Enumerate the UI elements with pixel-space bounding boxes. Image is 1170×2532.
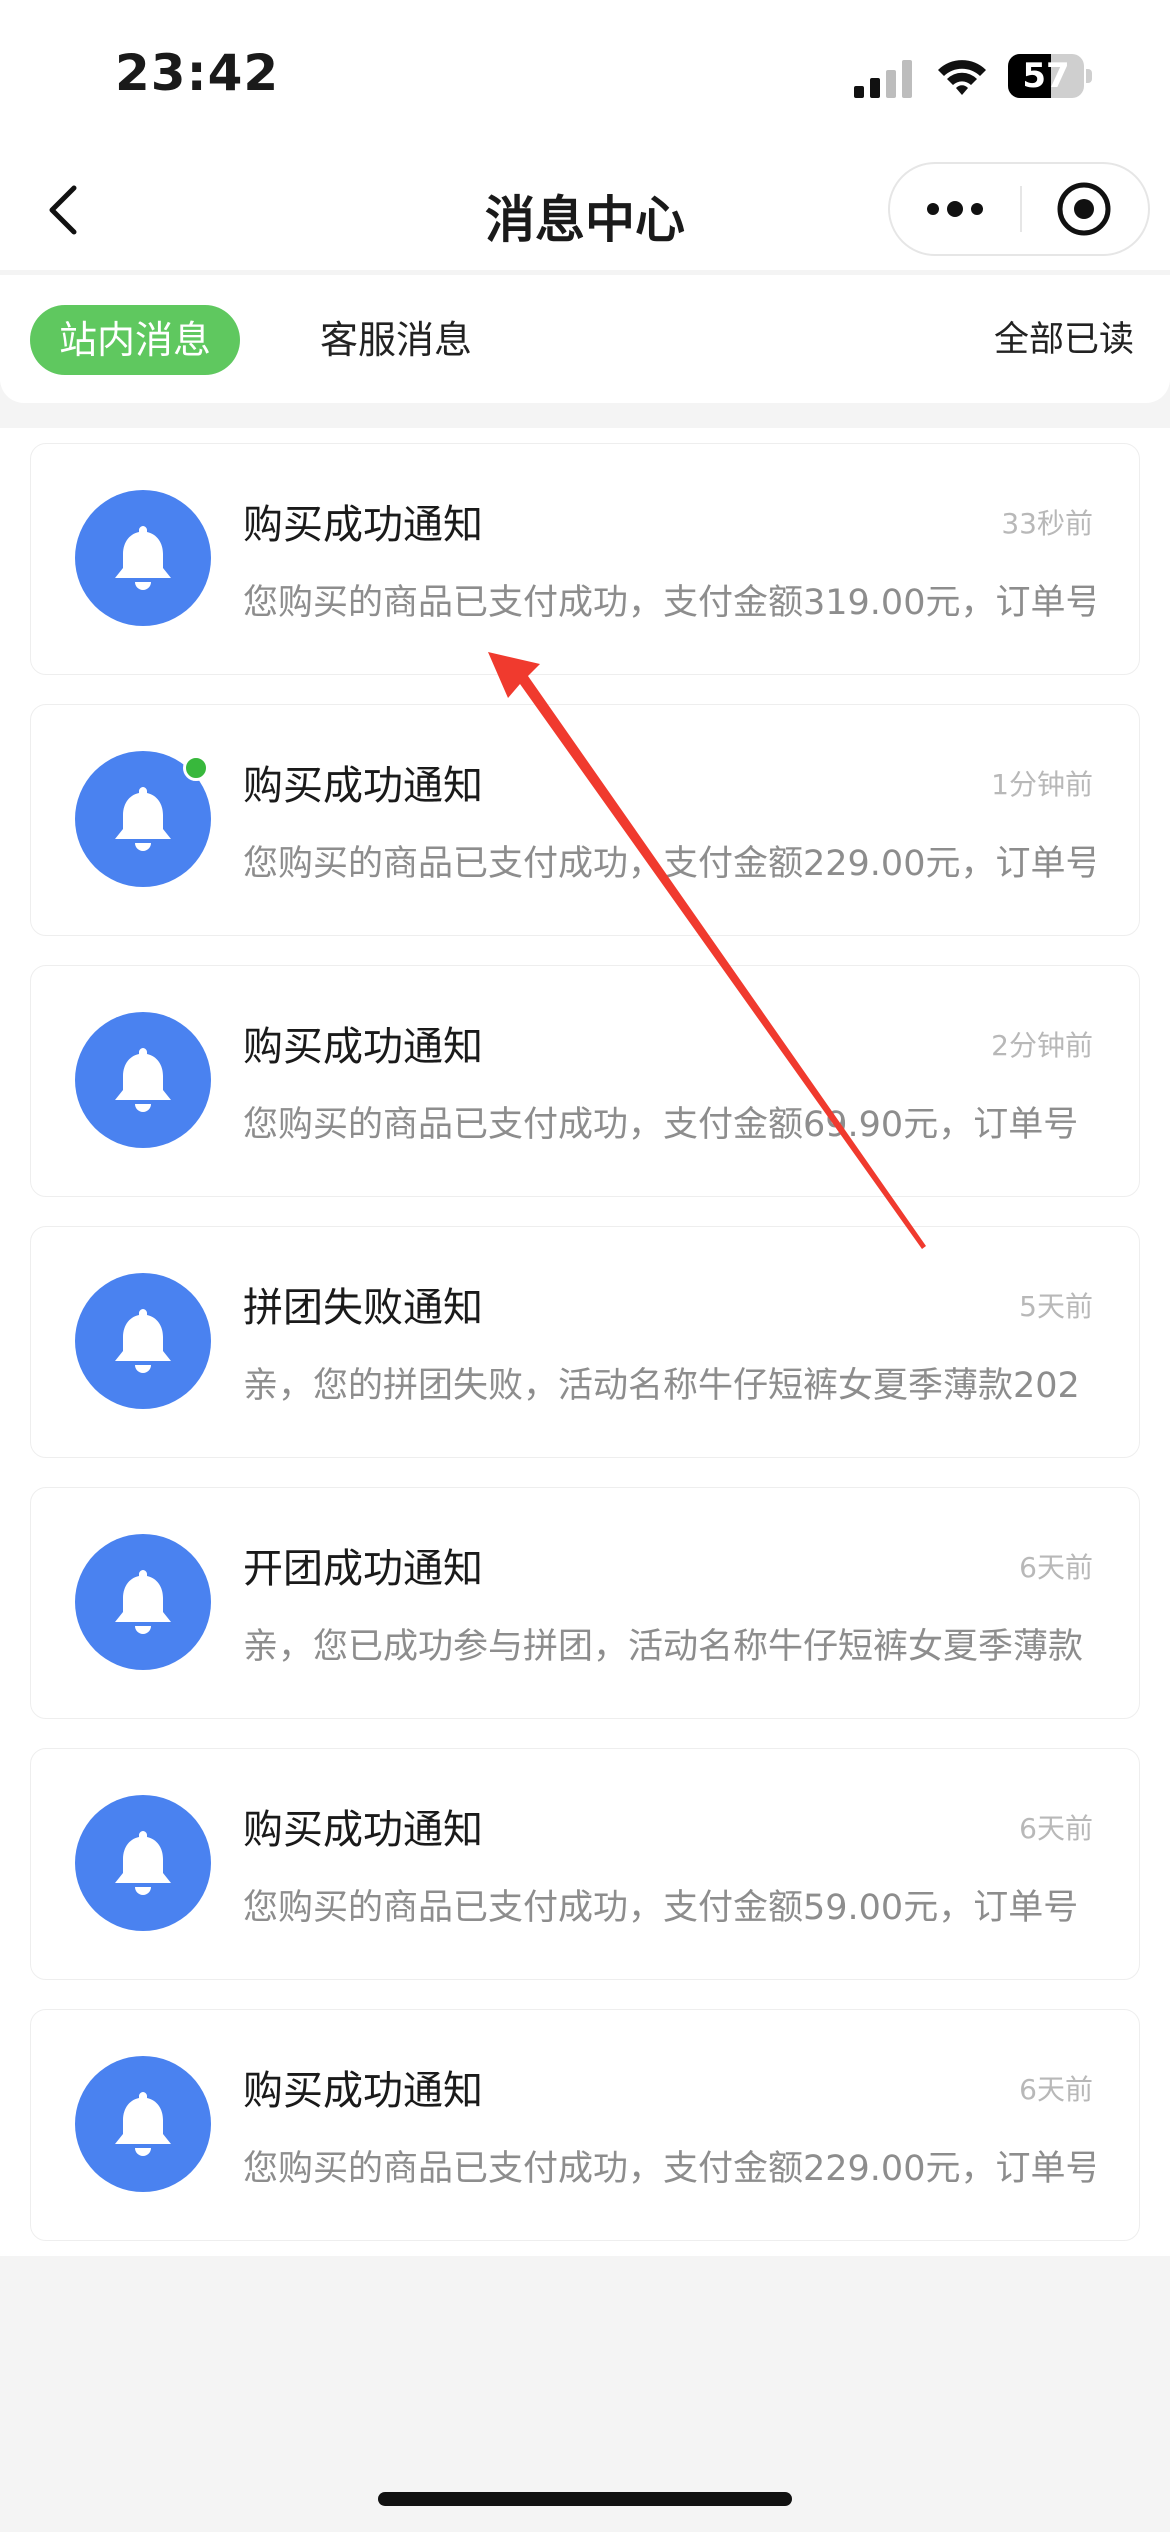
notification-avatar bbox=[75, 1012, 211, 1148]
unread-dot bbox=[183, 755, 209, 781]
battery-cap bbox=[1086, 69, 1092, 83]
bell-icon bbox=[115, 1309, 171, 1373]
battery-level: 57 bbox=[1022, 56, 1070, 96]
tab-service-messages[interactable]: 客服消息 bbox=[320, 305, 472, 375]
message-time: 6天前 bbox=[1019, 2073, 1093, 2106]
message-title: 购买成功通知 bbox=[243, 1024, 483, 1070]
message-preview: 亲，您的拼团失败，活动名称牛仔短裤女夏季薄款202 bbox=[243, 1366, 1080, 1406]
message-preview: 您购买的商品已支付成功，支付金额69.90元，订单号 bbox=[243, 1105, 1079, 1145]
message-time: 2分钟前 bbox=[991, 1029, 1093, 1062]
message-title: 拼团失败通知 bbox=[243, 1285, 483, 1331]
list-item[interactable]: 购买成功通知 2分钟前 您购买的商品已支付成功，支付金额69.90元，订单号 bbox=[30, 965, 1140, 1197]
bell-icon bbox=[115, 1570, 171, 1634]
notification-avatar bbox=[75, 490, 211, 626]
status-bar: 23:42 57 bbox=[0, 0, 1170, 150]
notification-avatar bbox=[75, 1795, 211, 1931]
message-preview: 您购买的商品已支付成功，支付金额229.00元，订单号 bbox=[243, 2149, 1095, 2189]
list-item[interactable]: 开团成功通知 6天前 亲，您已成功参与拼团，活动名称牛仔短裤女夏季薄款 bbox=[30, 1487, 1140, 1719]
list-item[interactable]: 购买成功通知 33秒前 您购买的商品已支付成功，支付金额319.00元，订单号 bbox=[30, 443, 1140, 675]
message-preview: 您购买的商品已支付成功，支付金额319.00元，订单号 bbox=[243, 583, 1095, 623]
bell-icon bbox=[115, 787, 171, 851]
more-dots-icon[interactable] bbox=[890, 164, 1020, 254]
message-time: 5天前 bbox=[1019, 1290, 1093, 1323]
mini-program-capsule bbox=[888, 162, 1150, 256]
message-title: 购买成功通知 bbox=[243, 2068, 483, 2114]
message-time: 6天前 bbox=[1019, 1551, 1093, 1584]
notification-avatar bbox=[75, 1534, 211, 1670]
battery-indicator: 57 bbox=[1008, 54, 1092, 100]
home-indicator bbox=[378, 2492, 792, 2506]
nav-bar: 消息中心 bbox=[0, 150, 1170, 270]
list-item[interactable]: 购买成功通知 6天前 您购买的商品已支付成功，支付金额229.00元，订单号 bbox=[30, 2009, 1140, 2241]
notification-avatar bbox=[75, 1273, 211, 1409]
message-preview: 您购买的商品已支付成功，支付金额59.00元，订单号 bbox=[243, 1888, 1079, 1928]
message-preview: 您购买的商品已支付成功，支付金额229.00元，订单号 bbox=[243, 844, 1095, 884]
notification-avatar bbox=[75, 2056, 211, 2192]
message-title: 开团成功通知 bbox=[243, 1546, 483, 1592]
bell-icon bbox=[115, 1831, 171, 1895]
battery-body: 57 bbox=[1008, 54, 1084, 98]
bell-icon bbox=[115, 1048, 171, 1112]
message-title: 购买成功通知 bbox=[243, 502, 483, 548]
list-item[interactable]: 购买成功通知 1分钟前 您购买的商品已支付成功，支付金额229.00元，订单号 bbox=[30, 704, 1140, 936]
message-title: 购买成功通知 bbox=[243, 763, 483, 809]
message-title: 购买成功通知 bbox=[243, 1807, 483, 1853]
list-item[interactable]: 拼团失败通知 5天前 亲，您的拼团失败，活动名称牛仔短裤女夏季薄款202 bbox=[30, 1226, 1140, 1458]
tab-bar: 站内消息 客服消息 全部已读 bbox=[0, 275, 1170, 403]
mark-all-read-button[interactable]: 全部已读 bbox=[994, 305, 1134, 375]
wifi-icon bbox=[938, 60, 986, 95]
message-time: 33秒前 bbox=[1001, 507, 1093, 540]
target-close-icon[interactable] bbox=[1022, 164, 1150, 254]
message-time: 6天前 bbox=[1019, 1812, 1093, 1845]
bell-icon bbox=[115, 2092, 171, 2156]
message-preview: 亲，您已成功参与拼团，活动名称牛仔短裤女夏季薄款 bbox=[243, 1627, 1084, 1667]
bell-icon bbox=[115, 526, 171, 590]
message-time: 1分钟前 bbox=[991, 768, 1093, 801]
status-time: 23:42 bbox=[115, 44, 280, 102]
tab-site-messages[interactable]: 站内消息 bbox=[30, 305, 240, 375]
cellular-signal-icon bbox=[854, 60, 912, 98]
list-item[interactable]: 购买成功通知 6天前 您购买的商品已支付成功，支付金额59.00元，订单号 bbox=[30, 1748, 1140, 1980]
